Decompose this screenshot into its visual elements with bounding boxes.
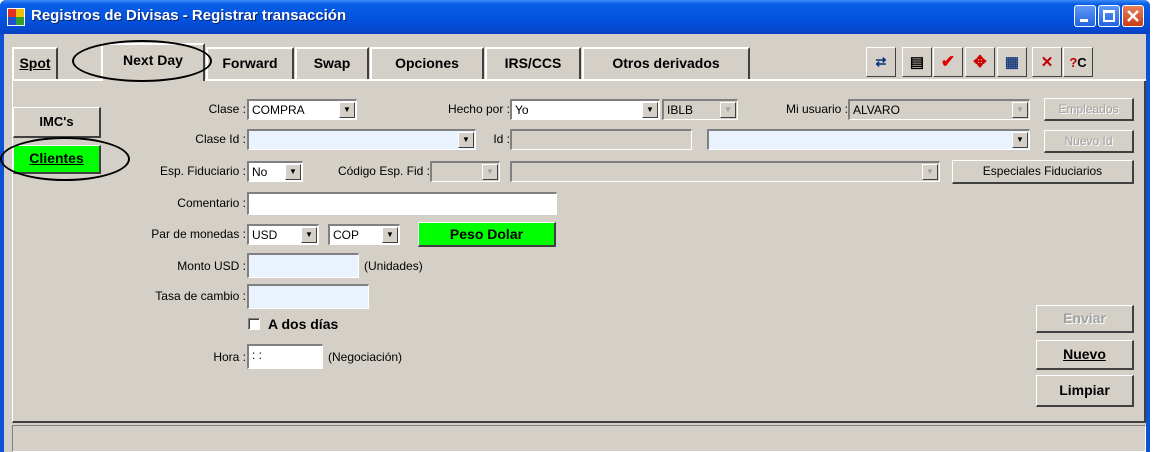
tab-next-day[interactable]: Next Day: [101, 43, 205, 81]
hora-input[interactable]: : :: [247, 344, 323, 369]
empleados-button: Empleados: [1044, 98, 1134, 121]
chevron-down-icon[interactable]: ▼: [285, 164, 301, 180]
tab-opciones[interactable]: Opciones: [370, 47, 484, 79]
a-dos-dias-label: A dos días: [268, 316, 339, 332]
tab-forward[interactable]: Forward: [206, 47, 294, 79]
esp-fiduciario-label: Esp. Fiduciario :: [159, 164, 246, 178]
chevron-down-icon: ▼: [922, 164, 938, 180]
chevron-down-icon: ▼: [482, 164, 498, 180]
chevron-down-icon[interactable]: ▼: [339, 102, 355, 118]
comentario-label: Comentario :: [177, 196, 246, 210]
close-button[interactable]: [1122, 5, 1144, 27]
move-icon: ✥: [973, 54, 987, 71]
tab-irs-ccs[interactable]: IRS/CCS: [485, 47, 581, 79]
moneda-base-select[interactable]: USD ▼: [247, 224, 319, 245]
maximize-button[interactable]: [1098, 5, 1120, 27]
maximize-icon: [1103, 10, 1115, 22]
mi-usuario-label: Mi usuario :: [785, 102, 848, 116]
query-icon: ?C: [1069, 54, 1087, 70]
document-button[interactable]: ▤: [902, 47, 932, 77]
minimize-button[interactable]: [1074, 5, 1096, 27]
export-button[interactable]: ⇄: [866, 47, 896, 77]
clientes-button[interactable]: Clientes: [13, 145, 101, 174]
tab-spot[interactable]: Spot: [12, 47, 58, 79]
hora-label: Hora :: [213, 350, 246, 364]
title-bar[interactable]: Registros de Divisas - Registrar transac…: [0, 0, 1150, 34]
export-icon: ⇄: [875, 54, 887, 69]
app-icon: [7, 8, 25, 26]
esp-fiduciario-select[interactable]: No ▼: [247, 161, 303, 182]
a-dos-dias-checkbox[interactable]: [248, 318, 260, 330]
close-icon: [1127, 10, 1139, 22]
especial-fiduciario-select: ▼: [510, 161, 940, 182]
monto-input[interactable]: [247, 253, 359, 278]
unidades-label: (Unidades): [364, 259, 423, 273]
chevron-down-icon: ▼: [720, 102, 736, 118]
cliente-select[interactable]: ▼: [707, 129, 1030, 150]
application-window: Registros de Divisas - Registrar transac…: [0, 0, 1150, 452]
nuevo-id-button: Nuevo Id: [1044, 130, 1134, 153]
peso-dolar-button[interactable]: Peso Dolar: [418, 222, 556, 247]
codigo-esp-fid-select: ▼: [430, 161, 500, 182]
query-button[interactable]: ?C: [1063, 47, 1093, 77]
par-monedas-label: Par de monedas :: [151, 227, 246, 241]
clase-id-select[interactable]: ▼: [247, 129, 476, 150]
comentario-input[interactable]: [247, 192, 557, 215]
mi-usuario-select: ALVARO ▼: [848, 99, 1030, 120]
delete-document-button[interactable]: ✕: [1032, 47, 1062, 77]
move-button[interactable]: ✥: [965, 47, 995, 77]
codigo-esp-fid-label: Código Esp. Fid :: [337, 164, 430, 178]
iblb-select: IBLB ▼: [662, 99, 738, 120]
status-bar: [12, 425, 1146, 452]
report-button[interactable]: ▦: [997, 47, 1027, 77]
chevron-down-icon[interactable]: ▼: [301, 227, 317, 243]
check-user-icon: ✔: [940, 52, 956, 71]
moneda-cotizada-select[interactable]: COP ▼: [328, 224, 400, 245]
chevron-down-icon: ▼: [1012, 102, 1028, 118]
clase-select[interactable]: COMPRA ▼: [247, 99, 357, 120]
report-icon: ▦: [1004, 54, 1020, 71]
verify-button[interactable]: ✔: [933, 47, 963, 77]
limpiar-button[interactable]: Limpiar: [1036, 375, 1134, 407]
tasa-cambio-input[interactable]: [247, 284, 369, 309]
chevron-down-icon[interactable]: ▼: [642, 102, 658, 118]
chevron-down-icon[interactable]: ▼: [382, 227, 398, 243]
imcs-button[interactable]: IMC's: [13, 107, 101, 138]
window-title: Registros de Divisas - Registrar transac…: [31, 7, 347, 24]
document-icon: ▤: [909, 54, 925, 71]
window-client-area: Spot Next Day Forward Swap Opciones IRS/…: [0, 34, 1146, 452]
delete-doc-icon: ✕: [1040, 54, 1054, 71]
hecho-por-select[interactable]: Yo ▼: [510, 99, 660, 120]
hecho-por-label: Hecho por :: [447, 102, 510, 116]
chevron-down-icon[interactable]: ▼: [1012, 132, 1028, 148]
nuevo-button[interactable]: Nuevo: [1036, 340, 1134, 370]
id-label: Id :: [493, 132, 510, 146]
id-field: [510, 129, 692, 150]
monto-label: Monto USD :: [177, 259, 246, 273]
especiales-fiduciarios-button[interactable]: Especiales Fiduciarios: [952, 160, 1134, 184]
clase-id-label: Clase Id :: [195, 132, 246, 146]
clase-label: Clase :: [208, 102, 246, 116]
negociacion-label: (Negociación): [328, 350, 403, 364]
tab-otros-derivados[interactable]: Otros derivados: [582, 47, 750, 79]
tasa-cambio-label: Tasa de cambio :: [155, 289, 246, 303]
enviar-button: Enviar: [1036, 305, 1134, 333]
chevron-down-icon[interactable]: ▼: [458, 132, 474, 148]
tab-swap[interactable]: Swap: [295, 47, 369, 79]
minimize-icon: [1080, 19, 1088, 22]
